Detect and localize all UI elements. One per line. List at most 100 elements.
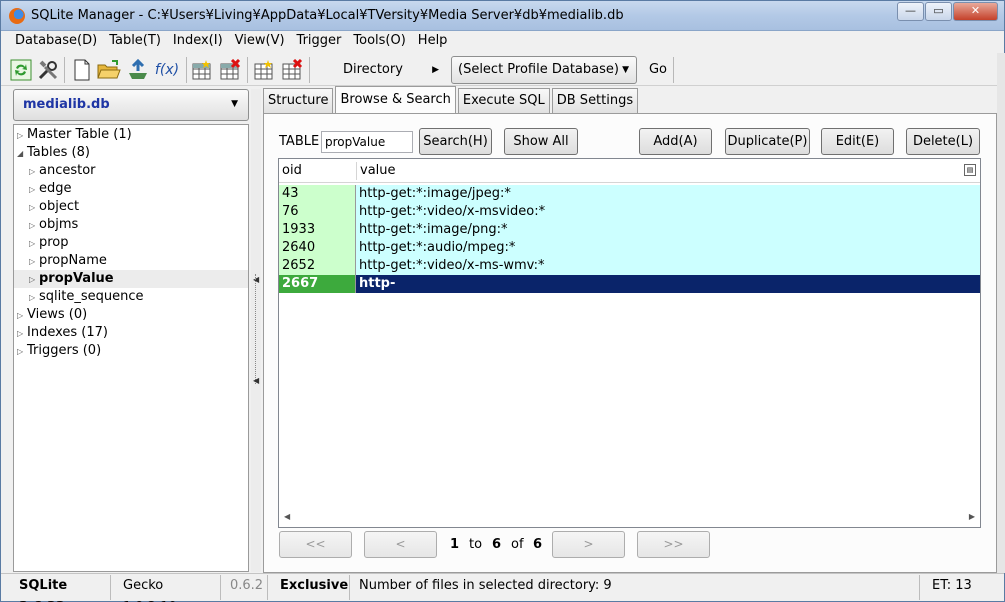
expand-icon[interactable]: ▷ <box>29 199 39 217</box>
menu-index[interactable]: Index(I) <box>167 31 229 51</box>
scroll-right-icon[interactable]: ▶ <box>969 512 975 521</box>
splitter-grip[interactable] <box>255 274 257 384</box>
cell-oid[interactable]: 43 <box>279 185 356 203</box>
expand-icon[interactable]: ▷ <box>29 181 39 199</box>
status-extension-version: 0.6.2 <box>221 575 268 600</box>
expand-icon[interactable]: ▷ <box>29 235 39 253</box>
page-of-label: of <box>511 537 524 552</box>
tree-table-sqlite-sequence[interactable]: ▷ sqlite_sequence <box>29 288 144 306</box>
column-picker-icon[interactable]: ▤ <box>964 164 976 176</box>
table-row[interactable]: 2652 http-get:*:video/x-ms-wmv:* <box>279 257 982 275</box>
tree-table-prop[interactable]: ▷ prop <box>29 234 69 252</box>
cell-oid[interactable]: 2652 <box>279 257 356 275</box>
window-scrollbar[interactable] <box>997 53 1005 573</box>
previous-page-button[interactable]: < <box>364 531 437 558</box>
edit-button[interactable]: Edit(E) <box>821 128 894 155</box>
menu-view[interactable]: View(V) <box>229 31 291 51</box>
expand-icon[interactable]: ▷ <box>29 253 39 271</box>
cell-value[interactable]: http-get:*:audio/mpeg:* <box>356 239 980 257</box>
next-page-button[interactable]: > <box>552 531 625 558</box>
grid-header: oid value ▤ <box>279 159 980 183</box>
tree-table-propvalue[interactable]: ▷ propValue <box>14 270 248 288</box>
cell-value[interactable]: http-get:*:video/mpeg:DLNA.ORG_PN=MPEG_P… <box>356 275 980 309</box>
drop-index-icon[interactable] <box>280 58 304 82</box>
expand-icon[interactable]: ▷ <box>29 271 39 289</box>
tab-execute-sql[interactable]: Execute SQL <box>457 88 550 113</box>
collapse-icon[interactable]: ◢ <box>17 145 27 163</box>
create-index-icon[interactable] <box>252 58 276 82</box>
search-button[interactable]: Search(H) <box>419 128 492 155</box>
table-row[interactable]: 1933 http-get:*:image/png:* <box>279 221 982 239</box>
cell-oid[interactable]: 2640 <box>279 239 356 257</box>
database-select[interactable]: medialib.db ▼ <box>13 89 249 121</box>
tree-views[interactable]: ▷ Views (0) <box>17 306 87 324</box>
panel-splitter[interactable]: ◀ ◀ <box>251 89 261 572</box>
menu-table[interactable]: Table(T) <box>103 31 167 51</box>
column-header-value[interactable]: value <box>357 159 937 183</box>
expand-icon[interactable]: ▷ <box>17 325 27 343</box>
directory-button[interactable]: Directory ▶ <box>313 58 445 82</box>
open-database-icon[interactable] <box>97 58 121 82</box>
add-button[interactable]: Add(A) <box>639 128 712 155</box>
expand-icon[interactable]: ▷ <box>17 307 27 325</box>
tab-structure[interactable]: Structure <box>263 88 334 113</box>
cell-oid[interactable]: 2667 <box>279 275 356 293</box>
column-header-oid[interactable]: oid <box>279 159 356 183</box>
scroll-left-icon[interactable]: ◀ <box>284 512 290 521</box>
tree-table-objms[interactable]: ▷ objms <box>29 216 78 234</box>
show-all-button[interactable]: Show All <box>504 128 578 155</box>
reconnect-icon[interactable] <box>9 58 33 82</box>
table-row[interactable]: 76 http-get:*:video/x-msvideo:* <box>279 203 982 221</box>
tools-icon[interactable] <box>36 58 60 82</box>
tree-triggers[interactable]: ▷ Triggers (0) <box>17 342 101 360</box>
menu-tools[interactable]: Tools(O) <box>347 31 411 51</box>
firefox-icon <box>9 8 25 24</box>
first-page-button[interactable]: << <box>279 531 352 558</box>
table-row-selected[interactable]: 2667 http-get:*:video/mpeg:DLNA.ORG_PN=M… <box>279 275 982 309</box>
tree-table-propname[interactable]: ▷ propName <box>29 252 107 270</box>
delete-button[interactable]: Delete(L) <box>906 128 980 155</box>
tree-tables[interactable]: ◢ Tables (8) <box>17 144 90 162</box>
cell-value[interactable]: http-get:*:image/png:* <box>356 221 980 239</box>
last-page-button[interactable]: >> <box>637 531 710 558</box>
tree-master-table[interactable]: ▷ Master Table (1) <box>17 126 132 144</box>
chevron-right-icon: ▶ <box>432 65 439 75</box>
menu-help[interactable]: Help <box>412 31 454 51</box>
function-icon[interactable]: f(x) <box>153 58 181 82</box>
tab-browse-search[interactable]: Browse & Search <box>335 86 456 113</box>
new-database-icon[interactable] <box>70 58 94 82</box>
expand-icon[interactable]: ▷ <box>29 217 39 235</box>
expand-icon[interactable]: ▷ <box>17 343 27 361</box>
maximize-button[interactable]: ▭ <box>925 2 952 21</box>
expand-icon[interactable]: ▷ <box>29 289 39 307</box>
tree-table-edge[interactable]: ▷ edge <box>29 180 72 198</box>
page-from: 1 <box>450 537 460 552</box>
horizontal-scrollbar[interactable]: ◀ ▶ <box>279 510 980 527</box>
close-button[interactable]: ✕ <box>953 2 998 21</box>
expand-icon[interactable]: ▷ <box>17 127 27 145</box>
create-table-icon[interactable] <box>190 58 214 82</box>
expand-icon[interactable]: ▷ <box>29 163 39 181</box>
drop-table-icon[interactable] <box>218 58 242 82</box>
tree-table-object[interactable]: ▷ object <box>29 198 79 216</box>
menu-trigger[interactable]: Trigger <box>291 31 348 51</box>
cell-value[interactable]: http-get:*:image/jpeg:* <box>356 185 980 203</box>
table-row[interactable]: 2640 http-get:*:audio/mpeg:* <box>279 239 982 257</box>
tab-db-settings[interactable]: DB Settings <box>551 88 639 113</box>
cell-oid[interactable]: 76 <box>279 203 356 221</box>
minimize-button[interactable]: — <box>897 2 924 21</box>
table-row[interactable]: 43 http-get:*:image/jpeg:* <box>279 185 982 203</box>
table-name-field[interactable]: propValue <box>321 131 413 153</box>
menu-database[interactable]: Database(D) <box>9 31 103 51</box>
export-icon[interactable] <box>126 58 150 82</box>
cell-value[interactable]: http-get:*:video/x-msvideo:* <box>356 203 980 221</box>
splitter-left-icon[interactable]: ◀ <box>253 376 259 385</box>
tree-table-ancestor[interactable]: ▷ ancestor <box>29 162 96 180</box>
chevron-down-icon: ▼ <box>622 65 629 75</box>
cell-oid[interactable]: 1933 <box>279 221 356 239</box>
cell-value[interactable]: http-get:*:video/x-ms-wmv:* <box>356 257 980 275</box>
tree-indexes[interactable]: ▷ Indexes (17) <box>17 324 108 342</box>
profile-database-select[interactable]: (Select Profile Database) ▼ <box>451 56 637 84</box>
go-button[interactable]: Go <box>645 58 671 82</box>
duplicate-button[interactable]: Duplicate(P) <box>725 128 810 155</box>
